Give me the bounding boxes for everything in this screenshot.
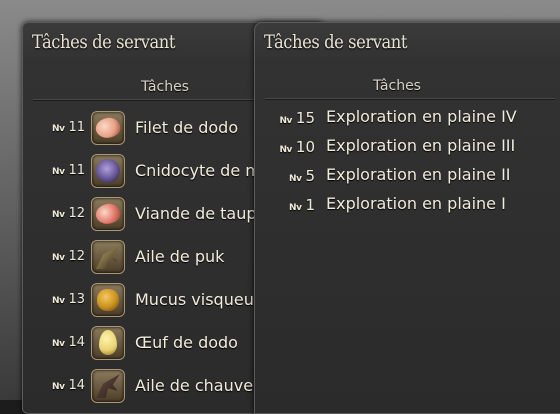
level-label: Nv 5 (255, 167, 315, 185)
task-name: Œuf de dodo (135, 333, 238, 352)
level-prefix: Nv (289, 203, 302, 213)
task-name: Aile de chauve (135, 376, 254, 395)
level-value: 10 (295, 138, 315, 156)
level-prefix: Nv (289, 174, 302, 184)
level-value: 12 (68, 206, 85, 221)
level-prefix: Nv (52, 339, 65, 349)
cnidocyte-icon-shape (96, 159, 120, 183)
level-value: 12 (68, 249, 85, 264)
task-name: Exploration en plaine III (326, 136, 516, 155)
level-prefix: Nv (52, 124, 65, 134)
level-prefix: Nv (52, 296, 65, 306)
level-prefix: Nv (52, 167, 65, 177)
level-label: Nv 12 (23, 206, 85, 221)
window-title: Tâches de servant (264, 31, 408, 53)
task-name: Exploration en plaine IV (326, 107, 517, 126)
task-row[interactable]: Nv 10 Exploration en plaine III (255, 132, 560, 161)
retainer-ventures-window-front: Tâches de servant Tâches Nv 15 Exploration… (254, 22, 560, 414)
task-name: Exploration en plaine I (326, 194, 506, 213)
bat-wing-icon (91, 369, 125, 403)
window-title: Tâches de servant (32, 31, 176, 53)
level-prefix: Nv (52, 210, 65, 220)
level-value: 14 (68, 335, 85, 350)
task-name: Filet de dodo (135, 118, 239, 137)
bat-wing-icon-shape (96, 374, 120, 398)
jar-icon (91, 283, 125, 317)
level-label: Nv 11 (23, 163, 85, 178)
level-prefix: Nv (279, 116, 293, 126)
level-label: Nv 12 (23, 249, 85, 264)
wing-icon (91, 240, 125, 274)
level-label: Nv 10 (255, 138, 316, 156)
level-label: Nv 13 (23, 292, 85, 307)
meat-icon-shape (92, 199, 124, 229)
level-label: Nv 14 (23, 378, 85, 393)
wing-icon-shape (96, 245, 120, 269)
level-value: 1 (305, 196, 315, 214)
header-divider (265, 98, 555, 100)
level-label: Nv 1 (255, 196, 315, 214)
task-row[interactable]: Nv 5 Exploration en plaine II (255, 161, 560, 190)
level-label: Nv 11 (23, 120, 85, 135)
meat-icon (91, 111, 125, 145)
level-value: 13 (68, 292, 85, 307)
task-row[interactable]: Nv 15 Exploration en plaine IV (255, 103, 560, 132)
level-value: 5 (305, 167, 315, 185)
level-label: Nv 14 (23, 335, 85, 350)
jar-icon-shape (97, 289, 119, 311)
egg-icon-shape (99, 330, 117, 355)
tasks-column-header: Tâches (141, 79, 189, 95)
meat-icon-shape (92, 113, 124, 143)
task-name: Aile de puk (135, 247, 225, 266)
level-value: 14 (68, 378, 85, 393)
level-value: 11 (68, 120, 85, 135)
cnidocyte-icon (91, 154, 125, 188)
task-name: Mucus visqueu (135, 290, 254, 309)
level-value: 15 (295, 109, 315, 127)
level-prefix: Nv (52, 382, 65, 392)
tasks-column-header: Tâches (373, 78, 421, 94)
level-value: 11 (68, 163, 85, 178)
meat-icon (91, 197, 125, 231)
task-name: Cnidocyte de m (135, 161, 261, 180)
task-name: Viande de taup (135, 204, 257, 223)
level-label: Nv 15 (255, 109, 316, 127)
task-name: Exploration en plaine II (326, 165, 511, 184)
egg-icon (91, 326, 125, 360)
level-prefix: Nv (279, 145, 293, 155)
task-row[interactable]: Nv 1 Exploration en plaine I (255, 190, 560, 219)
level-prefix: Nv (52, 253, 65, 263)
